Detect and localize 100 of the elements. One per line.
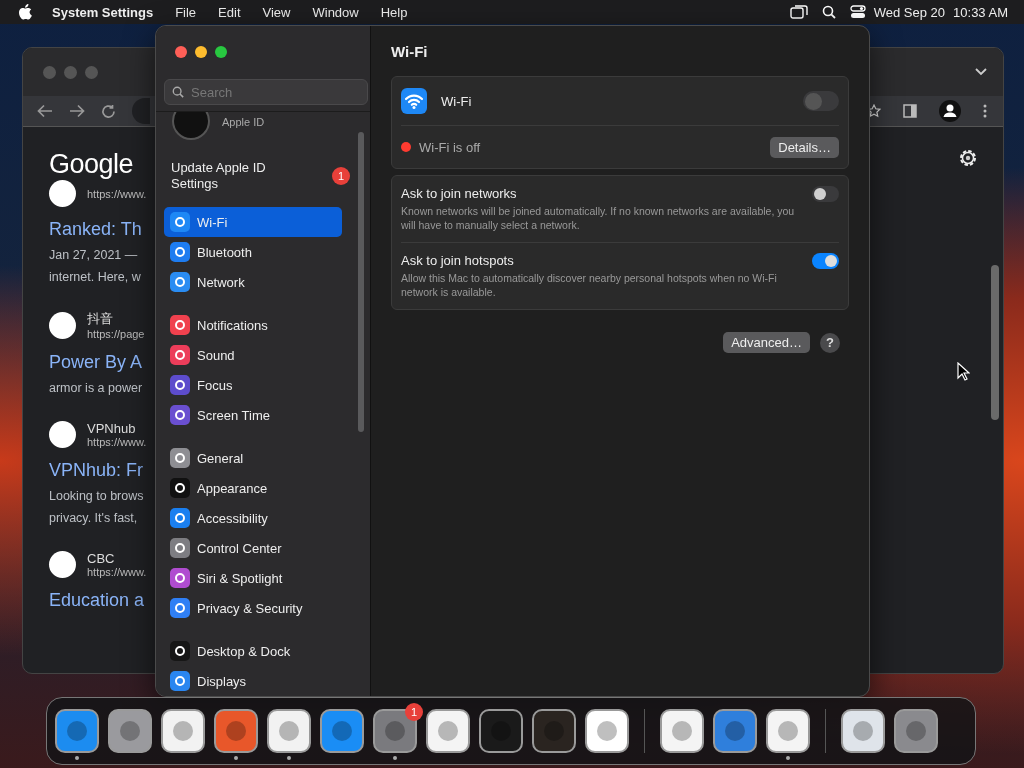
wifi-status: Wi-Fi is off (419, 139, 482, 155)
site-favicon-icon (49, 180, 76, 207)
result-snippet: privacy. It's fast, (49, 511, 139, 525)
more-options-icon[interactable] (983, 104, 987, 118)
result-url[interactable]: https://www. (87, 566, 147, 578)
sidebar-item[interactable]: Control Center (164, 533, 342, 563)
app-icon[interactable] (108, 708, 152, 753)
menu-item[interactable]: Edit (218, 4, 241, 20)
menu-bar-time[interactable]: 10:33 AM (953, 4, 1008, 20)
result-snippet: Looking to brows (49, 489, 145, 503)
option-toggle[interactable] (812, 186, 839, 202)
settings-icon[interactable] (957, 147, 979, 169)
result-title-link[interactable]: Ranked: Th (49, 219, 159, 240)
profile-icon[interactable] (939, 100, 961, 122)
search-field[interactable]: Search (164, 79, 368, 105)
sidebar-item[interactable]: Bluetooth (164, 237, 342, 267)
menu-bar-date[interactable]: Wed Sep 20 (873, 4, 946, 20)
sidebar-item[interactable]: Accessibility (164, 503, 342, 533)
option-title: Ask to join hotspots (401, 253, 515, 268)
app-icon[interactable] (214, 708, 258, 753)
notification-badge: 1 (332, 167, 350, 185)
app-icon[interactable] (267, 708, 311, 753)
result-url[interactable]: https://www. (87, 436, 147, 448)
option-title: Ask to join networks (401, 186, 518, 201)
search-icon[interactable] (821, 5, 836, 19)
result-snippet: armor is a power (49, 381, 144, 395)
scrollbar-thumb[interactable] (991, 265, 999, 420)
sidebar-item[interactable]: Focus (164, 370, 342, 400)
pointer-cursor-icon (957, 362, 970, 381)
close-button[interactable] (175, 46, 187, 58)
wifi-label: Wi-Fi (441, 93, 473, 109)
forward-arrow-icon[interactable] (69, 104, 85, 118)
wifi-toggle[interactable] (803, 91, 839, 111)
chevron-down-icon[interactable] (975, 68, 987, 76)
star-icon[interactable] (867, 104, 881, 118)
result-title-link[interactable]: Power By A (49, 352, 159, 373)
app-menu[interactable]: System Settings (52, 4, 154, 20)
sidebar-item[interactable]: Privacy & Security (164, 593, 342, 623)
menu-item[interactable]: Help (380, 4, 408, 20)
sidebar-item[interactable]: Screen Time (164, 400, 342, 430)
advanced-button[interactable]: Advanced… (723, 332, 810, 353)
app-icon[interactable] (713, 708, 757, 753)
app-icon[interactable] (320, 708, 364, 753)
app-icon[interactable] (373, 708, 417, 753)
sidebar-item[interactable]: Displays (164, 666, 342, 696)
app-icon[interactable] (894, 708, 938, 753)
pane-title: Wi-Fi (391, 41, 429, 62)
sidebar-item[interactable]: General (164, 443, 342, 473)
app-icon[interactable] (766, 708, 810, 753)
notification-badge: 1 (405, 702, 423, 721)
site-favicon-icon (49, 421, 76, 448)
wifi-icon (401, 88, 427, 114)
menu-item[interactable]: View (262, 4, 291, 20)
details-button[interactable]: Details… (770, 136, 839, 158)
app-icon[interactable] (660, 708, 704, 753)
site-favicon-icon (49, 311, 76, 339)
site-favicon-icon (49, 551, 76, 578)
site-name: CBC (87, 551, 116, 566)
site-name: 抖音 (87, 310, 114, 328)
result-title-link[interactable]: Education a (49, 590, 159, 611)
app-icon[interactable] (479, 708, 523, 753)
app-icon[interactable] (55, 708, 99, 753)
option-description: Allow this Mac to automatically discover nearby personal hotspots when no Wi-Fi network is available. (401, 271, 778, 299)
result-url[interactable]: https://page (87, 328, 145, 340)
sidebar-item[interactable]: Appearance (164, 473, 342, 503)
minimize-button[interactable] (195, 46, 207, 58)
menu-item[interactable]: File (175, 4, 197, 20)
avatar[interactable] (172, 112, 210, 140)
reload-icon[interactable] (101, 103, 116, 119)
update-apple-id-item[interactable]: Update Apple ID Settings 1 (164, 160, 362, 192)
result-snippet: Jan 27, 2021 — (49, 248, 139, 262)
back-arrow-icon[interactable] (37, 104, 53, 118)
menu-item[interactable]: Window (312, 4, 359, 20)
status-dot (401, 142, 411, 152)
sidebar-item[interactable]: Desktop & Dock (164, 636, 342, 666)
search-icon (172, 86, 184, 98)
scrollbar-thumb[interactable] (358, 132, 364, 432)
app-icon[interactable] (161, 708, 205, 753)
control-center-icon[interactable] (849, 5, 866, 19)
help-button[interactable]: ? (820, 332, 840, 353)
sidebar-item[interactable]: Wi-Fi (164, 207, 342, 237)
result-snippet: internet. Here, w (49, 270, 142, 284)
apple-logo-icon[interactable] (18, 4, 32, 20)
sidebar-item[interactable]: Network (164, 267, 342, 297)
screens-icon[interactable] (789, 5, 808, 19)
sidebar-item[interactable]: Siri & Spotlight (164, 563, 342, 593)
result-title-link[interactable]: VPNhub: Fr (49, 460, 159, 481)
sidebar-item[interactable]: Sound (164, 340, 342, 370)
google-logo: Google (49, 149, 135, 180)
site-name: VPNhub (87, 421, 137, 436)
sidebar-item[interactable]: Notifications (164, 310, 342, 340)
app-icon[interactable] (532, 708, 576, 753)
result-url[interactable]: https://www. (87, 187, 147, 200)
app-icon[interactable] (841, 708, 885, 753)
app-icon[interactable] (585, 708, 629, 753)
sidebar-icon[interactable] (903, 104, 917, 118)
zoom-button[interactable] (215, 46, 227, 58)
app-icon[interactable] (426, 708, 470, 753)
option-toggle[interactable] (812, 253, 839, 269)
option-description: Known networks will be joined automatically. If no known networks are available, you will have to manually select a network. (401, 204, 796, 232)
